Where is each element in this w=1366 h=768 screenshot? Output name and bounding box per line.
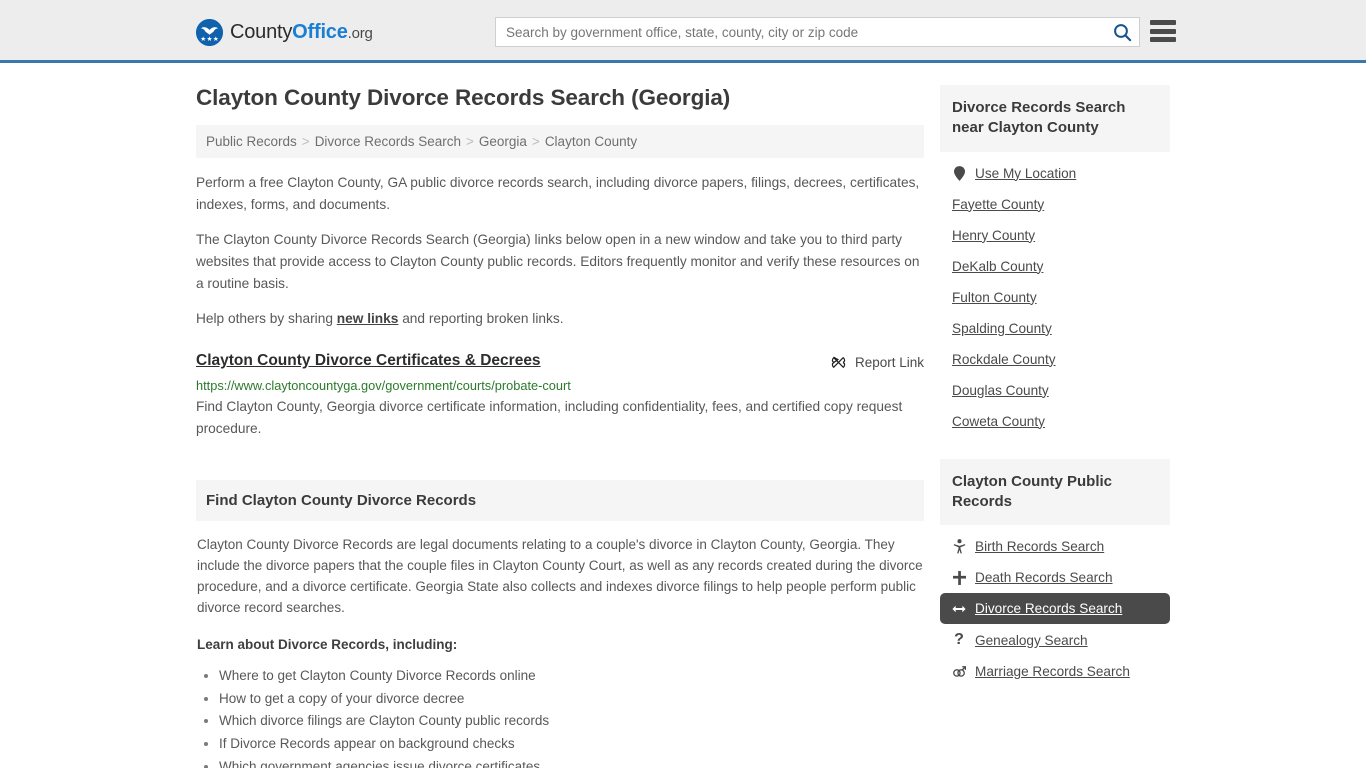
learn-about-list: Where to get Clayton County Divorce Reco… [197,666,923,768]
share-suffix: and reporting broken links. [398,311,564,327]
search-button[interactable] [1105,18,1139,46]
main-column: Clayton County Divorce Records Search (G… [196,85,924,768]
sidebar-link[interactable]: Fayette County [952,197,1044,212]
search-input[interactable] [496,18,1105,46]
list-item: How to get a copy of your divorce decree [219,689,923,710]
sidebar-item-douglas-county[interactable]: Douglas County [940,375,1170,406]
sidebar-item-spalding-county[interactable]: Spalding County [940,313,1170,344]
new-links-link[interactable]: new links [337,311,399,326]
broken-link-icon [831,356,846,368]
list-item: Where to get Clayton County Divorce Reco… [219,666,923,687]
sidebar-item-dekalb-county[interactable]: DeKalb County [940,251,1170,282]
sidebar-link[interactable]: Spalding County [952,321,1052,336]
sidebar: Divorce Records Search near Clayton Coun… [940,85,1170,768]
sidebar-item-rockdale-county[interactable]: Rockdale County [940,344,1170,375]
list-item: If Divorce Records appear on background … [219,734,923,755]
find-records-section: Find Clayton County Divorce Records Clay… [196,480,924,768]
sidebar-item-fayette-county[interactable]: Fayette County [940,189,1170,220]
breadcrumb-separator: > [301,134,310,149]
sidebar-link[interactable]: Coweta County [952,414,1045,429]
sidebar-item-henry-county[interactable]: Henry County [940,220,1170,251]
sidebar-item-death-records-search[interactable]: Death Records Search [940,562,1170,593]
sidebar-link[interactable]: DeKalb County [952,259,1043,274]
map-pin-icon [952,165,966,181]
result-item: Clayton County Divorce Certificates & De… [196,352,924,440]
page-container: Clayton County Divorce Records Search (G… [0,63,1366,768]
breadcrumb-item-public-records[interactable]: Public Records [206,134,297,149]
page-title: Clayton County Divorce Records Search (G… [196,85,731,110]
sidebar-link[interactable]: Birth Records Search [975,539,1104,554]
sidebar-item-coweta-county[interactable]: Coweta County [940,406,1170,437]
sidebar-link[interactable]: Rockdale County [952,352,1056,367]
hamburger-bar [1150,20,1176,25]
nearby-searches-card: Divorce Records Search near Clayton Coun… [940,85,1170,437]
search-bar[interactable] [495,17,1140,47]
cross-icon [952,570,966,585]
nearby-searches-heading: Divorce Records Search near Clayton Coun… [940,85,1170,152]
list-item: Which divorce filings are Clayton County… [219,711,923,732]
breadcrumb-item-clayton-county[interactable]: Clayton County [545,134,637,149]
public-records-heading: Clayton County Public Records [940,458,1170,525]
sidebar-item-fulton-county[interactable]: Fulton County [940,282,1170,313]
list-item: Which government agencies issue divorce … [219,757,923,768]
result-description: Find Clayton County, Georgia divorce cer… [196,398,903,437]
sidebar-item-genealogy-search[interactable]: ? Genealogy Search [940,624,1170,656]
brand-text-org: .org [347,25,373,42]
site-header: CountyOffice.org [0,0,1366,63]
report-link-label: Report Link [854,354,924,370]
public-records-list: Birth Records Search Death Records Searc… [940,525,1170,687]
hamburger-bar [1150,37,1176,42]
nearby-searches-list: Use My Location Fayette County Henry Cou… [940,152,1170,437]
male-female-icon [952,665,966,679]
report-link-button[interactable]: Report Link [830,352,924,371]
sidebar-link[interactable]: Henry County [952,228,1035,243]
eagle-stars-logo-icon [196,19,223,46]
brand-text-county: County [230,21,293,43]
breadcrumb: Public Records > Divorce Records Search > Ge… [196,125,924,158]
sidebar-link[interactable]: Death Records Search [975,570,1113,585]
site-logo[interactable]: CountyOffice.org [196,19,373,46]
sidebar-item-birth-records-search[interactable]: Birth Records Search [940,531,1170,562]
sidebar-item-divorce-records-search[interactable]: Divorce Records Search [940,593,1170,624]
sidebar-link[interactable]: Douglas County [952,383,1049,398]
breadcrumb-separator: > [466,134,474,149]
result-title-link[interactable]: Clayton County Divorce Certificates & De… [196,352,541,370]
sidebar-link[interactable]: Use My Location [975,166,1076,181]
intro-paragraph: Perform a free Clayton County, GA public… [196,175,920,212]
sidebar-link[interactable]: Genealogy Search [975,633,1088,648]
section-heading: Find Clayton County Divorce Records [196,480,924,522]
section-list-heading: Learn about Divorce Records, including: [197,636,458,652]
share-paragraph: Help others by sharing new links and rep… [196,308,924,330]
brand-wordmark: CountyOffice.org [230,21,373,44]
breadcrumb-item-georgia[interactable]: Georgia [479,134,527,149]
sidebar-link[interactable]: Marriage Records Search [975,664,1130,679]
sidebar-item-marriage-records-search[interactable]: Marriage Records Search [940,656,1170,687]
sidebar-item-use-my-location[interactable]: Use My Location [940,158,1170,189]
description-paragraph: The Clayton County Divorce Records Searc… [196,232,920,291]
sidebar-link[interactable]: Divorce Records Search [975,601,1122,616]
brand-text-office: Office [292,21,348,43]
public-records-card: Clayton County Public Records Birth Reco… [940,458,1170,688]
child-icon [952,539,966,554]
left-right-arrow-icon [952,603,966,615]
share-prefix: Help others by sharing [196,311,337,327]
breadcrumb-item-divorce-records-search[interactable]: Divorce Records Search [315,134,461,149]
breadcrumb-separator: > [531,134,540,149]
sidebar-link[interactable]: Fulton County [952,290,1037,305]
search-icon [1113,23,1131,41]
result-url: https://www.claytoncountyga.gov/governme… [196,377,571,393]
hamburger-menu-icon[interactable] [1150,20,1176,42]
question-mark-icon: ? [954,631,964,648]
hamburger-bar [1150,28,1176,34]
section-paragraph: Clayton County Divorce Records are legal… [197,537,923,615]
